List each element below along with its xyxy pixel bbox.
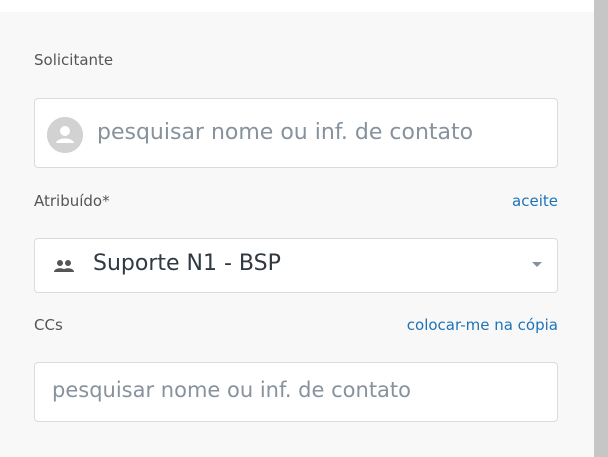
ccs-label: CCs: [34, 316, 63, 334]
ccs-search-input[interactable]: pesquisar nome ou inf. de contato: [34, 362, 558, 422]
group-icon: [54, 260, 74, 272]
requester-placeholder: pesquisar nome ou inf. de contato: [97, 120, 474, 145]
ticket-properties-page: Solicitante pesquisar nome ou inf. de co…: [0, 0, 608, 457]
cc-me-link[interactable]: colocar-me na cópia: [407, 316, 558, 334]
chevron-down-icon[interactable]: [531, 261, 543, 269]
user-avatar-icon: [47, 117, 83, 153]
assignee-value: Suporte N1 - BSP: [93, 251, 281, 276]
requester-search-input[interactable]: pesquisar nome ou inf. de contato: [34, 98, 558, 168]
assignee-label: Atribuído*: [34, 192, 110, 210]
scrollbar[interactable]: [594, 0, 608, 457]
assignee-select[interactable]: Suporte N1 - BSP: [34, 238, 558, 293]
take-it-link[interactable]: aceite: [512, 192, 558, 210]
requester-label: Solicitante: [34, 51, 114, 69]
ticket-fields-panel: Solicitante pesquisar nome ou inf. de co…: [0, 12, 594, 457]
ccs-placeholder: pesquisar nome ou inf. de contato: [52, 378, 411, 402]
